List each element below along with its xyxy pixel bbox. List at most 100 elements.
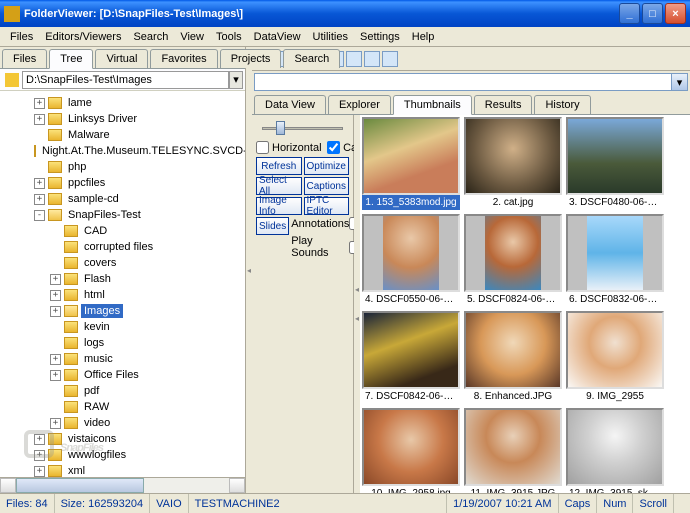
tree-expander[interactable]: +: [50, 354, 61, 365]
tree-node[interactable]: +xml: [2, 463, 243, 477]
tree-expander[interactable]: +: [50, 290, 61, 301]
tree-node[interactable]: Night.At.The.Museum.TELESYNC.SVCD-C: [2, 143, 243, 159]
left-tab-projects[interactable]: Projects: [220, 49, 282, 68]
thumbnail[interactable]: 12. IMG_3915_sketch.JPG: [566, 408, 664, 493]
iptc-editor-button[interactable]: IPTC Editor: [304, 197, 350, 215]
minimize-button[interactable]: _: [619, 3, 640, 24]
tree-label[interactable]: corrupted files: [81, 240, 156, 254]
tree-label[interactable]: music: [81, 352, 116, 366]
thumbnail-image[interactable]: [464, 117, 562, 195]
thumbnail-image[interactable]: [566, 214, 664, 292]
menu-tools[interactable]: Tools: [210, 29, 248, 45]
optimize-button[interactable]: Optimize: [304, 157, 350, 175]
tree-label[interactable]: pdf: [81, 384, 102, 398]
thumbnail[interactable]: 7. DSCF0842-06-1227.JPG: [362, 311, 460, 404]
thumbnail-image[interactable]: [566, 311, 664, 389]
tree-label[interactable]: vistaicons: [65, 432, 119, 446]
tree-label[interactable]: Images: [81, 304, 123, 318]
right-tab-explorer[interactable]: Explorer: [328, 95, 391, 114]
menu-dataview[interactable]: DataView: [248, 29, 307, 45]
tree-expander[interactable]: +: [34, 114, 45, 125]
tree-node[interactable]: pdf: [2, 383, 243, 399]
left-tab-virtual[interactable]: Virtual: [95, 49, 148, 68]
right-tab-thumbnails[interactable]: Thumbnails: [393, 95, 472, 115]
tree-label[interactable]: logs: [81, 336, 107, 350]
path-dropdown-button[interactable]: ▾: [229, 71, 243, 89]
menu-view[interactable]: View: [174, 29, 210, 45]
left-tab-search[interactable]: Search: [283, 49, 340, 68]
tree-node[interactable]: + music: [2, 351, 243, 367]
tree-label[interactable]: video: [81, 416, 113, 430]
thumb-size-slider[interactable]: [256, 119, 349, 137]
tree-node[interactable]: +video: [2, 415, 243, 431]
tree-node[interactable]: logs: [2, 335, 243, 351]
tree-expander[interactable]: +: [50, 370, 61, 381]
tree-node[interactable]: + Images: [2, 303, 243, 319]
tree-label[interactable]: html: [81, 288, 108, 302]
toolbar-button[interactable]: [346, 51, 362, 67]
thumbnail-image[interactable]: [464, 408, 562, 486]
right-tab-history[interactable]: History: [534, 95, 590, 114]
chevron-down-icon[interactable]: ▾: [671, 74, 687, 90]
tree-node[interactable]: +ppcfiles: [2, 175, 243, 191]
menu-help[interactable]: Help: [406, 29, 441, 45]
tree-expander[interactable]: +: [34, 194, 45, 205]
thumbnail[interactable]: 1. 153_5383mod.jpg: [362, 117, 460, 210]
thumbnail-image[interactable]: [464, 311, 562, 389]
thumbnail-image[interactable]: [362, 214, 460, 292]
thumbnail-image[interactable]: [362, 311, 460, 389]
tree-node[interactable]: covers: [2, 255, 243, 271]
tree-label[interactable]: Flash: [81, 272, 114, 286]
slides-button[interactable]: Slides: [256, 217, 289, 235]
tree-label[interactable]: kevin: [81, 320, 113, 334]
tree-node[interactable]: + html: [2, 287, 243, 303]
tree-node[interactable]: CAD: [2, 223, 243, 239]
filter-dropdown[interactable]: ▾: [254, 73, 688, 91]
tree-expander[interactable]: +: [50, 306, 61, 317]
tree-node[interactable]: php: [2, 159, 243, 175]
thumbnail[interactable]: 2. cat.jpg: [464, 117, 562, 210]
horizontal-scrollbar[interactable]: [0, 477, 245, 493]
tree-node[interactable]: + sample-cd: [2, 191, 243, 207]
tree-node[interactable]: + lame: [2, 95, 243, 111]
folder-tree[interactable]: + lame + Linksys Driver Malware Night.At.The.…: [0, 91, 245, 477]
tree-label[interactable]: wwwlogfiles: [65, 448, 129, 462]
path-input[interactable]: [22, 71, 229, 89]
thumbnail[interactable]: 6. DSCF0832-06-1227.JPG: [566, 214, 664, 307]
tree-node[interactable]: + vistaicons: [2, 431, 243, 447]
thumbnail-image[interactable]: [362, 117, 460, 195]
tree-label[interactable]: RAW: [81, 400, 112, 414]
tree-label[interactable]: Linksys Driver: [65, 112, 140, 126]
tree-expander[interactable]: +: [34, 98, 45, 109]
thumbnail-area[interactable]: 1. 153_5383mod.jpg2. cat.jpg3. DSCF0480-…: [360, 115, 690, 493]
thumbnail[interactable]: 11. IMG_3915.JPG: [464, 408, 562, 493]
left-tab-files[interactable]: Files: [2, 49, 47, 68]
thumbnail-image[interactable]: [566, 408, 664, 486]
right-tab-results[interactable]: Results: [474, 95, 533, 114]
thumbnail[interactable]: 10. IMG_2958.jpg: [362, 408, 460, 493]
tree-label[interactable]: Night.At.The.Museum.TELESYNC.SVCD-C: [39, 144, 245, 158]
tree-node[interactable]: + Linksys Driver: [2, 111, 243, 127]
tree-label[interactable]: lame: [65, 96, 95, 110]
left-tab-favorites[interactable]: Favorites: [150, 49, 217, 68]
close-button[interactable]: ×: [665, 3, 686, 24]
thumbnail-image[interactable]: [566, 117, 664, 195]
horizontal-checkbox[interactable]: [256, 141, 269, 154]
right-tab-dataview[interactable]: Data View: [254, 95, 326, 114]
tree-expander[interactable]: +: [34, 434, 45, 445]
tree-node[interactable]: corrupted files: [2, 239, 243, 255]
tree-node[interactable]: Malware: [2, 127, 243, 143]
menu-files[interactable]: Files: [4, 29, 39, 45]
tree-label[interactable]: Office Files: [81, 368, 142, 382]
select-all-button[interactable]: Select All: [256, 177, 302, 195]
menu-settings[interactable]: Settings: [354, 29, 406, 45]
captions-button[interactable]: Captions: [304, 177, 350, 195]
maximize-button[interactable]: □: [642, 3, 663, 24]
tree-expander[interactable]: +: [34, 450, 45, 461]
tree-label[interactable]: Malware: [65, 128, 113, 142]
thumbnail-image[interactable]: [464, 214, 562, 292]
thumbnail[interactable]: 8. Enhanced.JPG: [464, 311, 562, 404]
menu-search[interactable]: Search: [127, 29, 174, 45]
tree-node[interactable]: -SnapFiles-Test: [2, 207, 243, 223]
tree-label[interactable]: sample-cd: [65, 192, 122, 206]
